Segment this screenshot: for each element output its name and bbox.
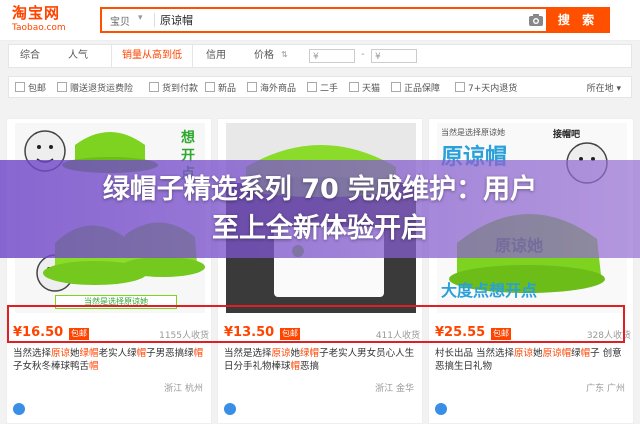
location-filter[interactable]: 所在地 ▾ (587, 81, 621, 94)
checkbox[interactable] (455, 82, 465, 92)
price-separator: - (361, 49, 365, 60)
filter-overseas[interactable]: 海外商品 (247, 81, 296, 94)
top-header: 淘宝网 Taobao.com 宝贝 ▾ 搜 索 (0, 0, 640, 41)
search-input[interactable] (160, 11, 520, 29)
checkbox[interactable] (15, 82, 25, 92)
search-scope-select[interactable]: 宝贝 (110, 13, 130, 28)
shop-icon[interactable] (224, 403, 236, 415)
search-button[interactable]: 搜 索 (546, 7, 610, 33)
filter-tmall[interactable]: 天猫 (349, 81, 380, 94)
shop-location: 广东 广州 (586, 384, 625, 394)
image-label: 接帽吧 (553, 130, 581, 140)
product-title[interactable]: 当然是选择原谅她绿帽子老实人男女员心人生日分手礼物棒球帽恶搞 (224, 347, 420, 373)
price-highlight-box (7, 305, 625, 343)
price-max-input[interactable]: ¥ (371, 49, 417, 63)
price-min-input[interactable]: ¥ (309, 49, 355, 63)
banner-line-2: 至上全新体验开启 (212, 213, 428, 244)
filter-secondhand[interactable]: 二手 (307, 81, 338, 94)
filter-cod[interactable]: 货到付款 (149, 81, 198, 94)
image-label: 大度点想开点 (441, 281, 538, 300)
divider (154, 13, 155, 27)
chevron-down-icon: ▾ (138, 13, 143, 23)
product-title[interactable]: 当然选择原谅她绿帽老实人绿帽子男恶搞绿帽子女秋冬棒球鸭舌帽 (13, 347, 209, 373)
sort-popularity[interactable]: 人气 (61, 45, 95, 67)
checkbox[interactable] (391, 82, 401, 92)
banner-title: 绿帽子精选系列 70 完成维护：用户 至上全新体验开启 (40, 170, 600, 248)
sort-price[interactable]: 价格 (247, 45, 281, 67)
filter-new[interactable]: 新品 (205, 81, 236, 94)
checkbox[interactable] (57, 82, 67, 92)
shop-icon[interactable] (435, 403, 447, 415)
filter-return-insurance[interactable]: 赠送退货运费险 (57, 81, 133, 94)
filter-genuine[interactable]: 正品保障 (391, 81, 440, 94)
sort-default[interactable]: 综合 (13, 45, 47, 67)
filter-7day-return[interactable]: 7+天内退货 (455, 81, 517, 94)
product-title[interactable]: 村长出品 当然选择原谅她原谅帽绿帽子 创意恶搞生日礼物 (435, 347, 631, 373)
filter-bar: 包邮 赠送退货运费险 货到付款 新品 海外商品 二手 天猫 正品保障 7+天内退… (8, 76, 632, 98)
logo-subtext: Taobao.com (12, 23, 66, 33)
filter-free-shipping[interactable]: 包邮 (15, 81, 46, 94)
sort-credit[interactable]: 信用 (199, 45, 233, 67)
taobao-logo[interactable]: 淘宝网 Taobao.com (12, 4, 82, 36)
sort-bar: 综合 人气 销量从高到低 信用 价格 ⇅ ¥ - ¥ (8, 44, 632, 68)
search-bar: 宝贝 ▾ 搜 索 (100, 7, 610, 33)
shop-icon[interactable] (13, 403, 25, 415)
banner-line-1: 绿帽子精选系列 70 完成维护：用户 (102, 174, 538, 205)
logo-text: 淘宝网 (12, 4, 61, 22)
shop-location: 浙江 杭州 (164, 384, 203, 394)
checkbox[interactable] (205, 82, 215, 92)
checkbox[interactable] (247, 82, 257, 92)
shop-location: 浙江 金华 (375, 384, 414, 394)
checkbox[interactable] (149, 82, 159, 92)
sort-sales-desc[interactable]: 销量从高到低 (111, 45, 193, 67)
checkbox[interactable] (307, 82, 317, 92)
overlay-banner: 绿帽子精选系列 70 完成维护：用户 至上全新体验开启 (0, 160, 640, 258)
camera-icon[interactable] (528, 13, 544, 27)
sort-arrow-icon: ⇅ (281, 50, 288, 59)
checkbox[interactable] (349, 82, 359, 92)
image-top-text: 当然是选择原谅她 (441, 128, 505, 137)
